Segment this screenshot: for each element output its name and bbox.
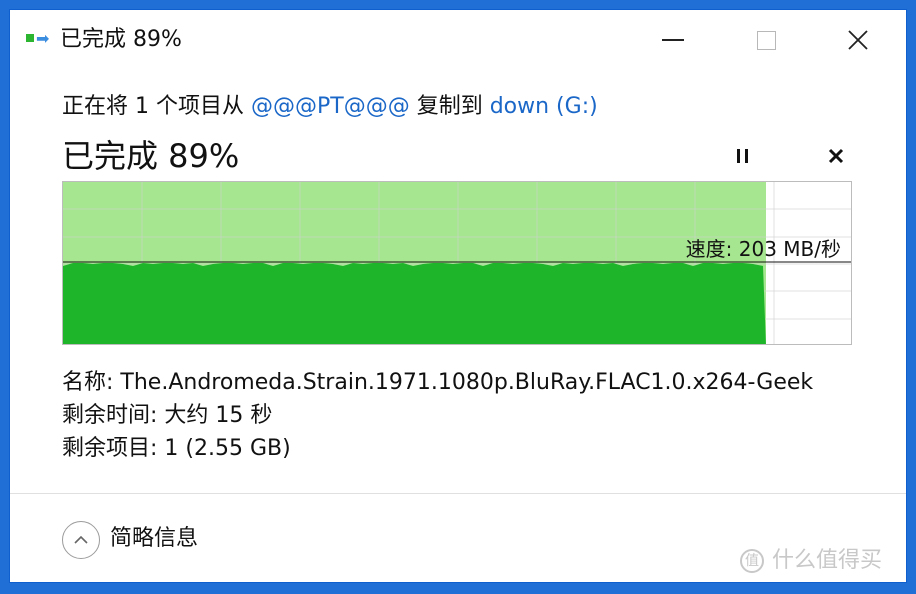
fewer-details-button[interactable] xyxy=(62,521,100,559)
close-button[interactable] xyxy=(828,20,888,60)
time-remaining-label: 剩余时间: xyxy=(62,403,158,428)
pause-button[interactable] xyxy=(726,140,758,172)
cancel-button[interactable] xyxy=(820,140,852,172)
footer-divider xyxy=(10,493,906,494)
window-title: 已完成 89% xyxy=(60,27,182,52)
progress-status: 已完成 89% xyxy=(62,137,240,175)
file-name-value: The.Andromeda.Strain.1971.1080p.BluRay.F… xyxy=(120,370,814,395)
pause-icon xyxy=(734,149,750,163)
title-bar[interactable]: ➡ 已完成 89% xyxy=(10,10,906,66)
fewer-details-label[interactable]: 简略信息 xyxy=(110,524,198,554)
close-icon xyxy=(848,30,868,50)
time-remaining-value: 大约 15 秒 xyxy=(164,403,273,428)
copy-description: 正在将 1 个项目从 @@@PT@@@ 复制到 down (G:) xyxy=(62,92,598,122)
minimize-icon xyxy=(662,39,684,41)
time-remaining-row: 剩余时间: 大约 15 秒 xyxy=(62,401,272,431)
items-remaining-value: 1 (2.55 GB) xyxy=(164,436,291,461)
minimize-button[interactable] xyxy=(643,20,703,60)
graph-speed-area xyxy=(63,263,766,344)
watermark-text: 什么值得买 xyxy=(772,548,883,573)
chevron-up-icon xyxy=(74,535,88,544)
copy-prefix: 正在将 1 个项目从 xyxy=(62,94,251,119)
destination-link[interactable]: down (G:) xyxy=(490,94,598,119)
source-link[interactable]: @@@PT@@@ xyxy=(251,94,410,119)
file-name-row: 名称: The.Andromeda.Strain.1971.1080p.BluR… xyxy=(62,368,813,398)
items-remaining-row: 剩余项目: 1 (2.55 GB) xyxy=(62,434,291,464)
speed-graph-canvas xyxy=(63,182,851,344)
transfer-speed-graph: 速度: 203 MB/秒 xyxy=(62,181,852,345)
cancel-icon xyxy=(828,148,844,164)
maximize-button[interactable] xyxy=(736,20,796,60)
watermark: 值 什么值得买 xyxy=(740,546,882,576)
file-name-label: 名称: xyxy=(62,370,114,395)
copy-middle: 复制到 xyxy=(409,94,490,119)
watermark-logo: 值 xyxy=(740,549,764,573)
maximize-icon xyxy=(756,30,776,50)
copy-progress-window: ➡ 已完成 89% 正在将 1 个项目从 @@@PT@@@ 复制到 down (… xyxy=(10,10,906,582)
copy-progress-icon: ➡ xyxy=(26,30,52,50)
speed-label: 速度: 203 MB/秒 xyxy=(685,237,841,261)
items-remaining-label: 剩余项目: xyxy=(62,436,158,461)
